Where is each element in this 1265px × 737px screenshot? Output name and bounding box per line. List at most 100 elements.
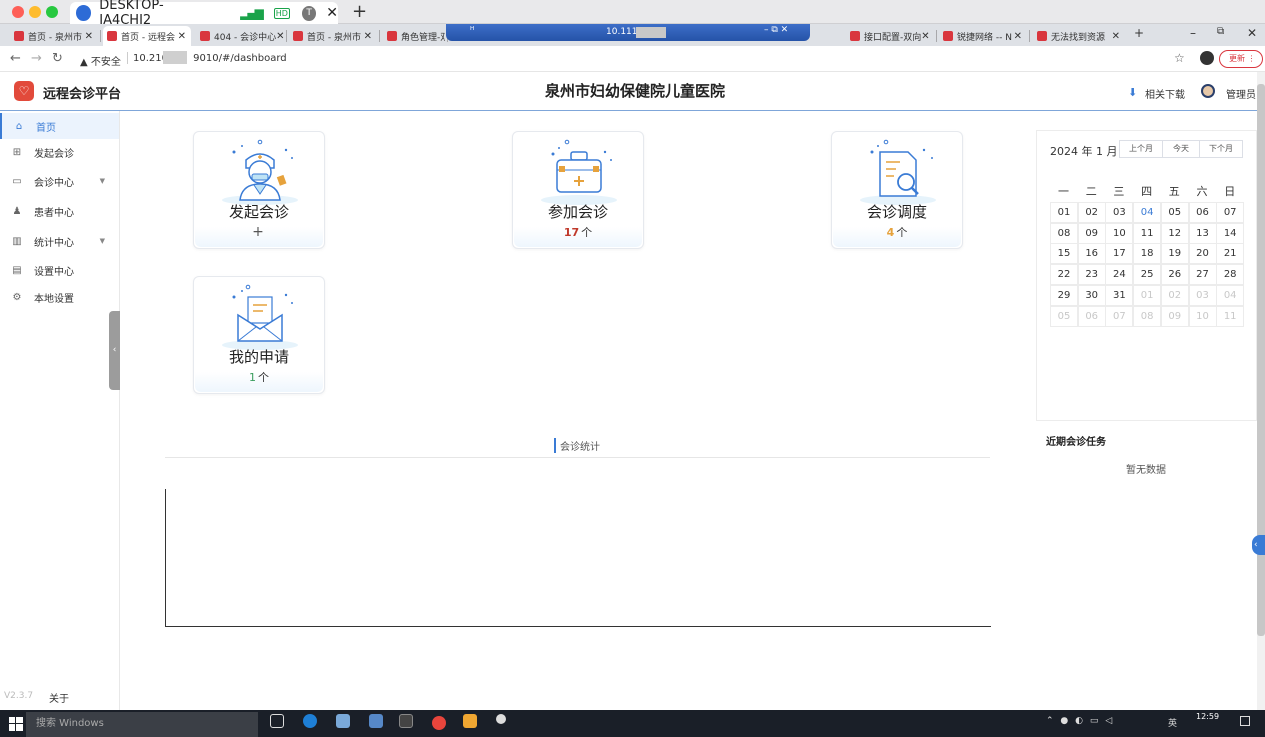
account-icon[interactable] — [1200, 51, 1214, 65]
new-tab-button[interactable]: + — [1134, 26, 1144, 40]
calendar-day[interactable]: 07 — [1216, 202, 1245, 223]
close-tab-icon[interactable]: ✕ — [921, 31, 929, 42]
calendar-day[interactable]: 25 — [1133, 264, 1162, 286]
calendar-day[interactable]: 05 — [1050, 305, 1078, 327]
input-method[interactable]: 英 — [1168, 716, 1177, 729]
url-field[interactable]: 10.210. 9010/#/dashboard — [133, 53, 287, 64]
calendar-day[interactable]: 28 — [1216, 264, 1245, 286]
terminal-icon[interactable] — [399, 714, 413, 728]
prev-month-button[interactable]: 上个月 — [1119, 140, 1163, 158]
sidebar-item[interactable]: ▥ 统计中心 ▼ — [0, 228, 119, 254]
close-icon[interactable]: ✕ — [326, 5, 338, 21]
taskbar-clock[interactable]: 12:59 — [1196, 712, 1219, 721]
calendar-day[interactable]: 16 — [1077, 243, 1106, 265]
browser-tab[interactable]: 首页 - 远程会 ✕ — [103, 26, 191, 46]
calendar-day[interactable]: 02 — [1160, 284, 1189, 306]
calendar-day[interactable]: 31 — [1105, 284, 1134, 306]
browser-tab[interactable]: 404 - 会诊中心 ✕ — [196, 26, 284, 46]
calendar-day[interactable]: 15 — [1050, 243, 1078, 265]
calendar-day[interactable]: 27 — [1188, 264, 1217, 286]
user-name[interactable]: 管理员 — [1226, 86, 1256, 101]
calendar-day[interactable]: 06 — [1188, 202, 1217, 223]
calendar-day[interactable]: 29 — [1050, 284, 1078, 306]
calendar-day[interactable]: 11 — [1133, 222, 1162, 244]
calendar-day[interactable]: 18 — [1133, 243, 1162, 265]
notification-icon[interactable] — [1240, 716, 1250, 726]
task-view-icon[interactable] — [270, 714, 284, 728]
calendar-day[interactable]: 13 — [1188, 222, 1217, 244]
calendar-day[interactable]: 03 — [1188, 284, 1217, 306]
card-join-consultation[interactable]: 参加会诊 17 个 — [512, 131, 644, 249]
minimize-window-button[interactable] — [29, 6, 41, 18]
calendar-day[interactable]: 01 — [1050, 202, 1078, 223]
calendar-day[interactable]: 14 — [1216, 222, 1245, 244]
close-tab-icon[interactable]: ✕ — [1112, 31, 1120, 42]
calendar-day[interactable]: 08 — [1133, 305, 1162, 327]
calendar-day[interactable]: 06 — [1077, 305, 1106, 327]
download-icon[interactable]: ⬇ — [1128, 86, 1137, 99]
about-link[interactable]: 关于 — [49, 690, 69, 705]
calendar-day[interactable]: 11 — [1216, 305, 1245, 327]
calendar-day[interactable]: 10 — [1188, 305, 1217, 327]
close-browser-icon[interactable]: ✕ — [1247, 26, 1257, 40]
next-month-button[interactable]: 下个月 — [1199, 140, 1243, 158]
taskbar-search[interactable]: 搜索 Windows — [26, 712, 258, 737]
security-indicator[interactable]: ▲ 不安全 — [80, 53, 121, 68]
reload-icon[interactable]: ↻ — [52, 51, 63, 66]
calendar-day[interactable]: 09 — [1077, 222, 1106, 244]
calendar-day[interactable]: 19 — [1160, 243, 1189, 265]
side-expand-button[interactable]: ‹ — [1252, 535, 1265, 555]
close-tab-icon[interactable]: ✕ — [364, 31, 372, 42]
browser-tab[interactable]: 首页 - 泉州市 ✕ — [10, 26, 98, 46]
calendar-day[interactable]: 12 — [1160, 222, 1189, 244]
calendar-day[interactable]: 22 — [1050, 264, 1078, 286]
sidebar-item[interactable]: ♟ 患者中心 — [0, 198, 119, 224]
collapse-sidebar-button[interactable]: ‹ — [109, 311, 120, 390]
star-icon[interactable]: ☆ — [1174, 51, 1185, 65]
calendar-day[interactable]: 07 — [1105, 305, 1134, 327]
browser-tab[interactable]: 锐捷网络 -- N ✕ — [939, 26, 1027, 46]
browser-tab[interactable]: 无法找到资源 ✕ — [1033, 26, 1125, 46]
calendar-day[interactable]: 05 — [1160, 202, 1189, 223]
ie-icon[interactable] — [303, 714, 317, 728]
system-tray-icon[interactable]: ⌃ ● ◐ ▭ ◁ — [1046, 716, 1114, 726]
browser-tab[interactable]: 角色管理-双向✕ — [383, 26, 445, 46]
calendar-day[interactable]: 24 — [1105, 264, 1134, 286]
sidebar-item[interactable]: ⌂ 首页 — [0, 113, 119, 139]
calendar-day[interactable]: 23 — [1077, 264, 1106, 286]
pin-icon[interactable]: ᴴ — [470, 26, 474, 36]
app-icon[interactable] — [369, 714, 383, 728]
sidebar-item[interactable]: ▤ 设置中心 — [0, 257, 119, 283]
app-orange-icon[interactable] — [463, 714, 477, 728]
minimize-icon[interactable]: – — [1190, 26, 1196, 40]
maximize-window-button[interactable] — [46, 6, 58, 18]
chrome-icon[interactable] — [432, 716, 446, 730]
pin-app-icon[interactable] — [496, 714, 506, 724]
calendar-day[interactable]: 30 — [1077, 284, 1106, 306]
remote-desktop-bar[interactable]: ᴴ 10.111 – ⧉ ✕ — [446, 24, 810, 41]
calendar-day[interactable]: 04 — [1133, 202, 1162, 223]
remote-session-tab[interactable]: DESKTOP-IA4CHI2 ▂▄▆ HD T ✕ — [70, 0, 338, 28]
calendar-day[interactable]: 03 — [1105, 202, 1134, 223]
forward-icon[interactable]: → — [31, 51, 42, 66]
sidebar-item[interactable]: ▭ 会诊中心 ▼ — [0, 168, 119, 194]
calendar-day[interactable]: 21 — [1216, 243, 1245, 265]
remote-controls-icon[interactable]: – ⧉ ✕ — [764, 25, 788, 35]
calendar-day[interactable]: 26 — [1160, 264, 1189, 286]
back-icon[interactable]: ← — [10, 51, 21, 66]
today-button[interactable]: 今天 — [1162, 140, 1200, 158]
browser-tab[interactable]: 首页 - 泉州市 ✕ — [289, 26, 377, 46]
card-my-application[interactable]: 我的申请 1个 — [193, 276, 325, 394]
avatar[interactable] — [1201, 84, 1215, 98]
calendar-day[interactable]: 17 — [1105, 243, 1134, 265]
calendar-day[interactable]: 10 — [1105, 222, 1134, 244]
explorer-icon[interactable] — [336, 714, 350, 728]
close-window-button[interactable] — [12, 6, 24, 18]
card-start-consultation[interactable]: 发起会诊 + — [193, 131, 325, 249]
close-tab-icon[interactable]: ✕ — [276, 31, 284, 42]
sidebar-item[interactable]: ⊞ 发起会诊 — [0, 139, 119, 165]
download-link[interactable]: 相关下载 — [1145, 86, 1185, 101]
close-tab-icon[interactable]: ✕ — [178, 31, 186, 42]
calendar-day[interactable]: 20 — [1188, 243, 1217, 265]
close-tab-icon[interactable]: ✕ — [1014, 31, 1022, 42]
